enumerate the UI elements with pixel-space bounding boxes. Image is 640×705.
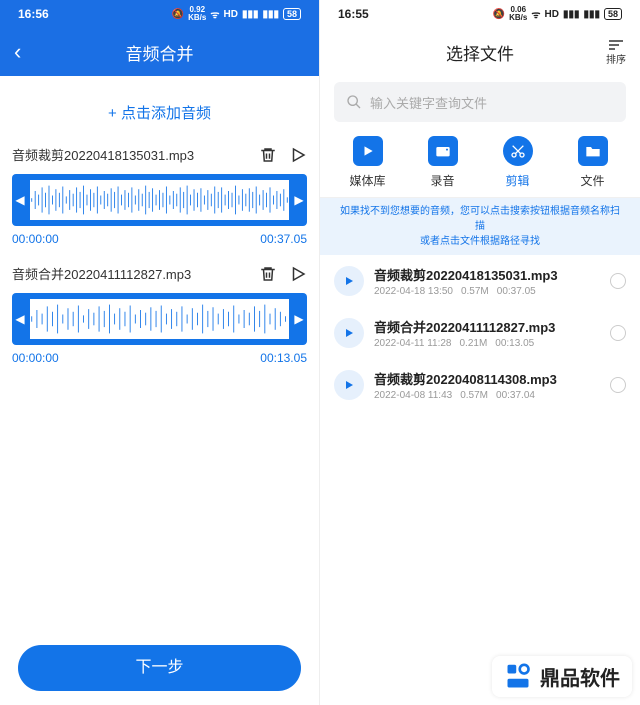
file-item[interactable]: 音频裁剪20220418135031.mp3 2022-04-18 13:500… [320, 255, 640, 307]
brand-logo-icon [504, 663, 532, 691]
media-icon [353, 136, 383, 166]
page-title: 音频合并 [126, 40, 194, 65]
file-name: 音频合并20220411112827.mp3 [374, 317, 600, 336]
tab-label: 媒体库 [349, 172, 385, 189]
play-icon[interactable] [289, 265, 307, 283]
status-bar-left: 16:56 🔕 0.92KB/s ᯤ HD ▮▮▮ ▮▮▮ 58 [0, 0, 319, 28]
signal-icon-2: ▮▮▮ [262, 9, 279, 20]
sort-button[interactable]: 排序 [606, 39, 626, 66]
record-icon [428, 136, 458, 166]
mute-icon: 🔕 [172, 9, 184, 20]
file-item[interactable]: 音频裁剪20220408114308.mp3 2022-04-08 11:430… [320, 359, 640, 411]
next-button[interactable]: 下一步 [18, 645, 301, 691]
select-radio[interactable] [610, 273, 626, 289]
waveform-box[interactable]: ◀ ▶ [12, 174, 307, 226]
right-phone: 16:55 🔕 0.06KB/s ᯤ HD ▮▮▮ ▮▮▮ 58 选择文件 排序… [320, 0, 640, 705]
left-content: + 点击添加音频 音频裁剪20220418135031.mp3 ◀ ▶ 00:0… [0, 76, 319, 705]
status-time: 16:56 [18, 7, 49, 21]
status-indicators: 🔕 0.06KB/s ᯤ HD ▮▮▮ ▮▮▮ 58 [493, 6, 622, 22]
file-name: 音频裁剪20220408114308.mp3 [374, 369, 600, 388]
track-row: 音频裁剪20220418135031.mp3 [12, 145, 307, 164]
left-top-area: 16:56 🔕 0.92KB/s ᯤ HD ▮▮▮ ▮▮▮ 58 ‹ 音频合并 [0, 0, 319, 76]
add-audio-button[interactable]: + 点击添加音频 [12, 88, 307, 141]
play-button[interactable] [334, 318, 364, 348]
file-meta: 2022-04-11 11:280.21M00:13.05 [374, 338, 600, 349]
tab-label: 剪辑 [505, 172, 529, 189]
status-bar-right: 16:55 🔕 0.06KB/s ᯤ HD ▮▮▮ ▮▮▮ 58 [320, 0, 640, 28]
time-row: 00:00:00 00:13.05 [12, 351, 307, 365]
track-row: 音频合并20220411112827.mp3 [12, 264, 307, 283]
time-start: 00:00:00 [12, 232, 59, 246]
file-list: 音频裁剪20220418135031.mp3 2022-04-18 13:500… [320, 255, 640, 705]
tab-edit[interactable]: 剪辑 [488, 136, 548, 189]
file-meta: 2022-04-08 11:430.57M00:37.04 [374, 390, 600, 401]
status-time: 16:55 [338, 7, 369, 21]
file-item[interactable]: 音频合并20220411112827.mp3 2022-04-11 11:280… [320, 307, 640, 359]
search-placeholder: 输入关键字查询文件 [370, 93, 487, 112]
search-icon [346, 94, 362, 110]
time-end: 00:13.05 [260, 351, 307, 365]
hint-banner: 如果找不到您想要的音频，您可以点击搜索按钮根据音频名称扫描 或者点击文件根据路径… [320, 198, 640, 255]
waveform [30, 299, 289, 339]
tab-files[interactable]: 文件 [563, 136, 623, 189]
time-start: 00:00:00 [12, 351, 59, 365]
waveform [30, 180, 289, 220]
battery-badge: 58 [283, 8, 301, 20]
sort-label: 排序 [606, 51, 626, 66]
trim-right-handle[interactable]: ▶ [291, 293, 307, 345]
app-header-left: ‹ 音频合并 [0, 28, 319, 76]
left-phone: 16:56 🔕 0.92KB/s ᯤ HD ▮▮▮ ▮▮▮ 58 ‹ 音频合并 … [0, 0, 320, 705]
signal-icon-2: ▮▮▮ [583, 9, 600, 20]
time-row: 00:00:00 00:37.05 [12, 232, 307, 246]
search-input[interactable]: 输入关键字查询文件 [334, 82, 626, 122]
page-title: 选择文件 [446, 40, 514, 65]
play-button[interactable] [334, 370, 364, 400]
tab-label: 录音 [430, 172, 454, 189]
trim-left-handle[interactable]: ◀ [12, 293, 28, 345]
tab-media[interactable]: 媒体库 [338, 136, 398, 189]
brand-name: 鼎品软件 [540, 662, 620, 691]
select-radio[interactable] [610, 377, 626, 393]
delete-icon[interactable] [259, 146, 277, 164]
right-content: 输入关键字查询文件 媒体库 录音 剪辑 文件 如果找不到您想要的音频，您可以点击… [320, 76, 640, 705]
battery-badge: 58 [604, 8, 622, 20]
brand-watermark: 鼎品软件 [492, 656, 632, 697]
signal-icon: ▮▮▮ [563, 9, 580, 20]
waveform-box[interactable]: ◀ ▶ [12, 293, 307, 345]
net-speed: 0.92KB/s [188, 6, 206, 22]
sort-icon [607, 39, 625, 51]
scissors-icon [503, 136, 533, 166]
select-radio[interactable] [610, 325, 626, 341]
mute-icon: 🔕 [493, 9, 505, 20]
back-button[interactable]: ‹ [14, 39, 21, 65]
net-speed: 0.06KB/s [509, 6, 527, 22]
signal-icon: ▮▮▮ [242, 9, 259, 20]
file-meta: 2022-04-18 13:500.57M00:37.05 [374, 286, 600, 297]
tab-bar: 媒体库 录音 剪辑 文件 [320, 132, 640, 198]
hd-icon: HD [545, 9, 559, 20]
file-name: 音频裁剪20220418135031.mp3 [374, 265, 600, 284]
hd-icon: HD [224, 9, 238, 20]
tab-record[interactable]: 录音 [413, 136, 473, 189]
time-end: 00:37.05 [260, 232, 307, 246]
status-indicators: 🔕 0.92KB/s ᯤ HD ▮▮▮ ▮▮▮ 58 [172, 6, 301, 22]
track-name: 音频裁剪20220418135031.mp3 [12, 145, 259, 164]
wifi-icon: ᯤ [531, 7, 540, 21]
app-header-right: 选择文件 排序 [320, 28, 640, 76]
wifi-icon: ᯤ [210, 7, 219, 21]
track-name: 音频合并20220411112827.mp3 [12, 264, 259, 283]
folder-icon [578, 136, 608, 166]
play-icon[interactable] [289, 146, 307, 164]
delete-icon[interactable] [259, 265, 277, 283]
trim-right-handle[interactable]: ▶ [291, 174, 307, 226]
tab-label: 文件 [580, 172, 604, 189]
play-button[interactable] [334, 266, 364, 296]
trim-left-handle[interactable]: ◀ [12, 174, 28, 226]
